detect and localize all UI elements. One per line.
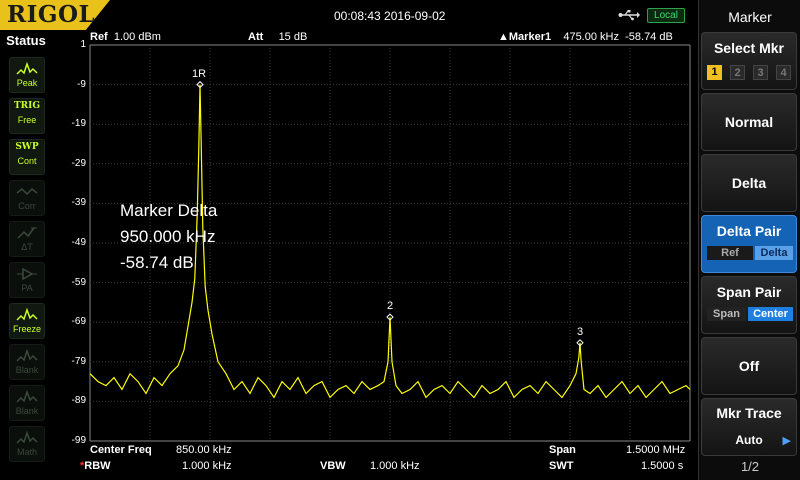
- menu-title: Marker: [728, 9, 772, 25]
- status-title: Status: [6, 33, 46, 48]
- span-pair-button[interactable]: Span Pair Span Center: [701, 276, 797, 334]
- rigol-logo: RIGOL: [0, 0, 110, 30]
- select-mkr-button[interactable]: Select Mkr 1 2 3 4: [701, 32, 797, 90]
- freeze-icon: [16, 307, 38, 321]
- marker-option-3[interactable]: 3: [753, 65, 768, 80]
- delta-pair-ref-option[interactable]: Ref: [707, 246, 753, 260]
- softkey-menu: Marker Select Mkr 1 2 3 4 Normal Delta D…: [698, 0, 800, 480]
- status-pa[interactable]: PA: [9, 262, 45, 298]
- blank-icon: [16, 389, 38, 403]
- normal-button[interactable]: Normal: [701, 93, 797, 151]
- marker-option-1[interactable]: 1: [707, 65, 722, 80]
- marker-label: 2: [387, 300, 394, 313]
- mkr-trace-button[interactable]: Mkr Trace Auto ▶: [701, 398, 797, 456]
- y-tick-label: -89: [71, 395, 86, 407]
- datetime-readout: 00:08:43 2016-09-02: [334, 9, 446, 23]
- status-sweep[interactable]: SWP Cont: [9, 139, 45, 175]
- page-indicator: 1/2: [740, 459, 760, 474]
- spectrum-screen: Ref 1.00 dBm Att 15 dB ▲Marker1 475.00 k…: [52, 30, 698, 480]
- center-freq-label: Center Freq: [90, 444, 152, 456]
- marker-option-4[interactable]: 4: [776, 65, 791, 80]
- status-blank-2[interactable]: Blank: [9, 385, 45, 421]
- corr-icon: [16, 187, 38, 196]
- span-pair-center-option[interactable]: Center: [748, 307, 793, 321]
- marker-label: 1R: [192, 67, 207, 80]
- off-button[interactable]: Off: [701, 337, 797, 395]
- status-blank-1[interactable]: Blank: [9, 344, 45, 380]
- status-corr[interactable]: Corr: [9, 180, 45, 216]
- y-tick-label: -9: [77, 78, 86, 90]
- top-bar: RIGOL 00:08:43 2016-09-02 Local: [0, 0, 698, 30]
- delta-pair-button[interactable]: Delta Pair Ref Delta: [701, 215, 797, 273]
- pa-icon: [17, 267, 37, 281]
- rbw-label: *RBW: [80, 460, 111, 472]
- local-badge[interactable]: Local: [647, 8, 685, 23]
- swt-value: 1.5000 s: [641, 460, 684, 472]
- delta-title: Marker Delta: [120, 201, 218, 220]
- delta-amp: -58.74 dB: [120, 253, 194, 272]
- peak-icon: [16, 61, 38, 75]
- status-math[interactable]: Math: [9, 426, 45, 462]
- rbw-value: 1.000 kHz: [182, 460, 232, 472]
- y-tick-label: -99: [71, 435, 86, 446]
- vbw-label: VBW: [320, 460, 346, 472]
- status-trig[interactable]: TRIG Free: [9, 98, 45, 134]
- center-freq-value: 850.00 kHz: [176, 444, 232, 456]
- y-tick-label: -79: [71, 355, 86, 367]
- delta-readout: Marker Delta 950.000 kHz -58.74 dB: [120, 198, 217, 276]
- marker-label: 3: [577, 325, 584, 338]
- delta-button[interactable]: Delta: [701, 154, 797, 212]
- y-tick-label: -29: [71, 157, 86, 169]
- delta-t-icon: [17, 227, 37, 239]
- span-pair-span-option[interactable]: Span: [707, 307, 746, 321]
- status-panel: Status Peak TRIG Free SWP Cont Corr ΔT P…: [0, 30, 52, 480]
- status-freeze[interactable]: Freeze: [9, 303, 45, 339]
- y-tick-label: 1: [80, 39, 86, 50]
- y-tick-label: -69: [71, 316, 86, 328]
- vbw-value: 1.000 kHz: [370, 460, 420, 472]
- span-label: Span: [549, 444, 576, 456]
- y-tick-label: -39: [71, 197, 86, 209]
- marker-option-2[interactable]: 2: [730, 65, 745, 80]
- y-tick-label: -19: [71, 118, 86, 130]
- span-value: 1.5000 MHz: [626, 444, 686, 456]
- delta-freq: 950.000 kHz: [120, 227, 216, 246]
- y-tick-label: -59: [71, 276, 86, 288]
- y-tick-label: -49: [71, 237, 86, 248]
- status-delta-t[interactable]: ΔT: [9, 221, 45, 257]
- usb-icon: [618, 10, 640, 21]
- math-icon: [16, 430, 38, 444]
- status-peak[interactable]: Peak: [9, 57, 45, 93]
- blank-icon: [16, 348, 38, 362]
- chevron-right-icon: ▶: [782, 435, 791, 447]
- swt-label: SWT: [549, 460, 574, 472]
- delta-pair-delta-option[interactable]: Delta: [755, 246, 793, 260]
